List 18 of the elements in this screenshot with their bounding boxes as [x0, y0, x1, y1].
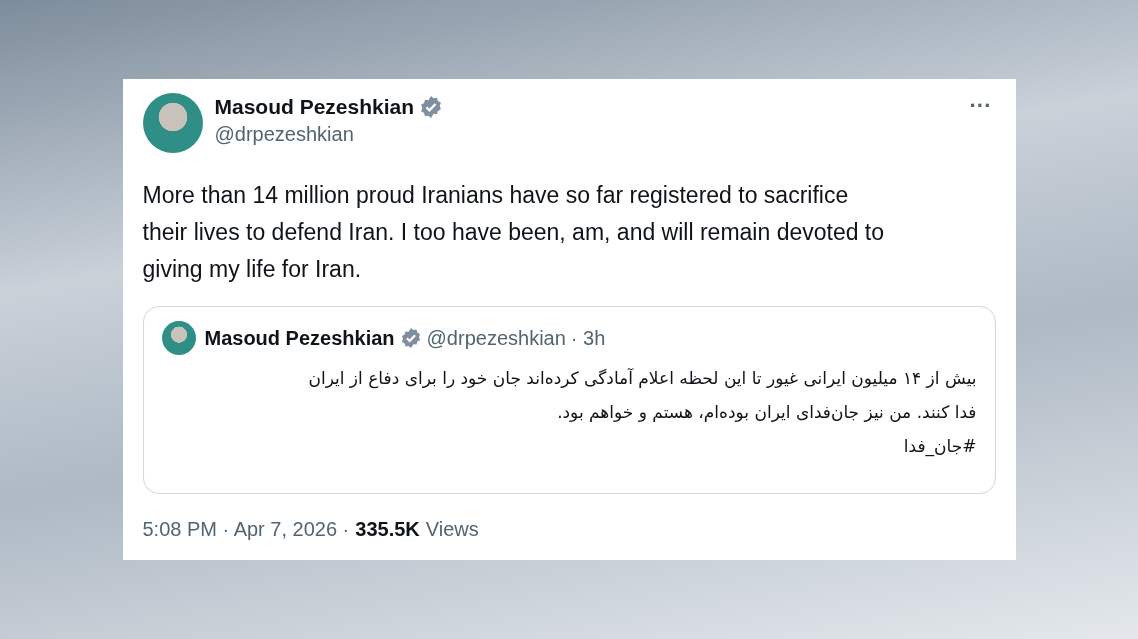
views-label: Views — [425, 518, 479, 541]
post-text-line: their lives to defend Iran. I too have been, am, and will remain devoted to — [142, 218, 886, 247]
more-options-button[interactable]: ··· — [965, 93, 996, 119]
verified-badge-icon — [399, 327, 422, 349]
post-text-line: More than 14 million proud Iranians have so far registered to sacrifice — [142, 181, 850, 210]
author-handle: @drpezeshkian — [426, 326, 566, 350]
author-name[interactable]: Masoud Pezeshkian — [214, 95, 415, 119]
quoted-text-line: #جان_فدا — [902, 435, 977, 459]
quoted-text-line: فدا کنند. من نیز جان‌فدای ایران بوده‌ام، هستم و خواهم بود. — [556, 401, 977, 424]
author-name[interactable]: Masoud Pezeshkian — [204, 326, 395, 350]
avatar-placeholder — [161, 321, 196, 355]
post-text-line: giving my life for Iran. — [142, 255, 363, 284]
quoted-text-line: بیش از ۱۴ میلیون ایرانی غیور تا این لحظه اعلام آمادگی کرده‌اند جان خود را برای دفاع از ایران — [307, 367, 977, 391]
post-age: · 3h — [570, 326, 606, 350]
post-timestamp[interactable]: 5:08 PM · Apr 7, 2026 · — [142, 518, 350, 541]
view-count: 335.5K — [355, 518, 420, 541]
author-handle: @drpezeshkian — [214, 123, 355, 146]
verified-badge-icon — [419, 95, 444, 119]
